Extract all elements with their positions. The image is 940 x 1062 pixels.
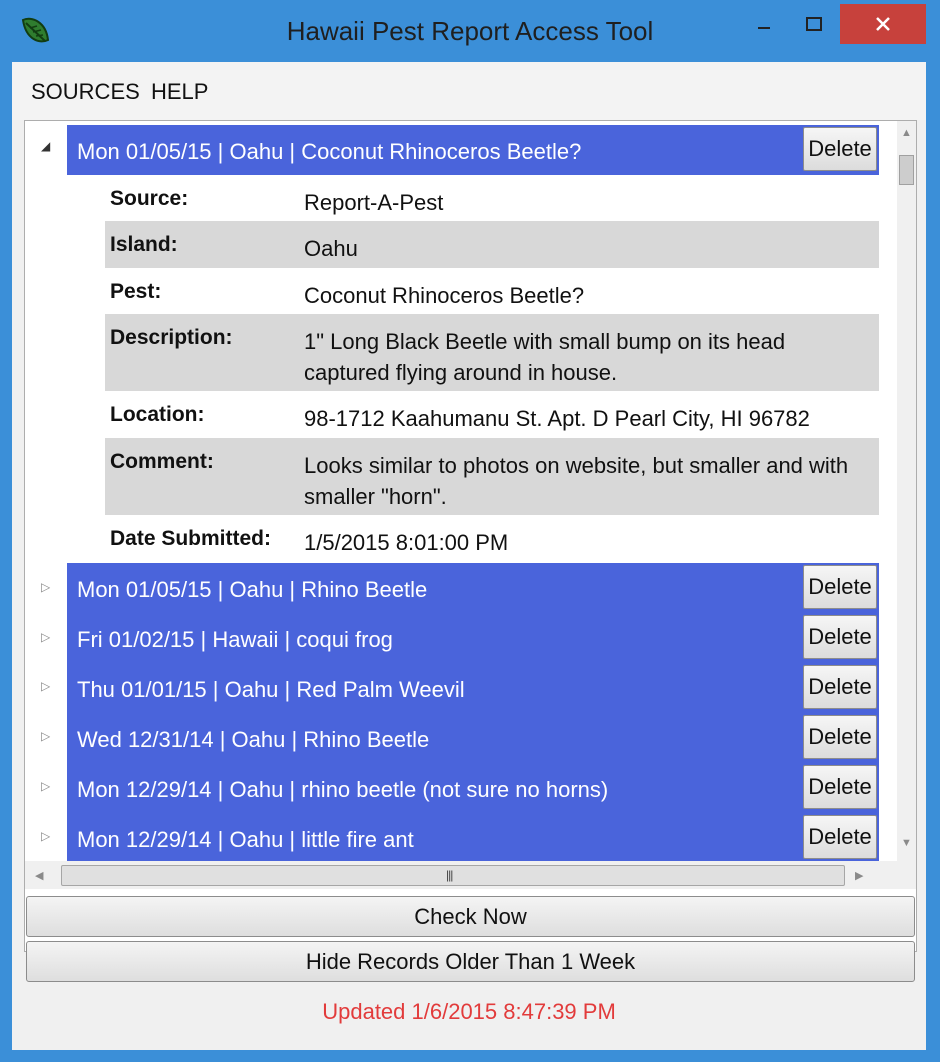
detail-row-island: Island: Oahu bbox=[105, 221, 879, 268]
app-window: Hawaii Pest Report Access Tool SOURCES H… bbox=[0, 0, 940, 1062]
delete-button[interactable]: Delete bbox=[803, 127, 877, 171]
record-header[interactable]: Mon 01/05/15 | Oahu | Coconut Rhinoceros… bbox=[67, 125, 879, 175]
delete-button[interactable]: Delete bbox=[803, 815, 877, 859]
grip-icon: ||| bbox=[446, 868, 453, 882]
record-header-text: Mon 12/29/14 | Oahu | rhino beetle (not … bbox=[77, 777, 609, 802]
detail-row-pest: Pest: Coconut Rhinoceros Beetle? bbox=[105, 268, 879, 314]
detail-value: Oahu bbox=[304, 236, 358, 261]
status-text: Updated 1/6/2015 8:47:39 PM bbox=[322, 999, 616, 1024]
detail-value: 1/5/2015 8:01:00 PM bbox=[304, 530, 509, 555]
record-details: Source: Report-A-Pest Island: Oahu Pest:… bbox=[105, 175, 879, 562]
record-header-text: Mon 01/05/15 | Oahu | Rhino Beetle bbox=[77, 577, 428, 602]
records-tree[interactable]: ◢ Mon 01/05/15 | Oahu | Coconut Rhinocer… bbox=[24, 120, 917, 952]
detail-value: Coconut Rhinoceros Beetle? bbox=[304, 283, 585, 308]
check-now-button[interactable]: Check Now bbox=[26, 896, 915, 937]
delete-button[interactable]: Delete bbox=[803, 565, 877, 609]
delete-button[interactable]: Delete bbox=[803, 665, 877, 709]
scroll-down-arrow-icon[interactable]: ▼ bbox=[901, 837, 912, 849]
vertical-scrollbar[interactable]: ▲ ▼ bbox=[897, 121, 916, 861]
scrollbar-corner bbox=[897, 861, 916, 889]
detail-row-description: Description: 1" Long Black Beetle with s… bbox=[105, 314, 879, 391]
record-header[interactable]: Mon 01/05/15 | Oahu | Rhino Beetle Delet… bbox=[67, 563, 879, 613]
expand-arrow-icon[interactable]: ▷ bbox=[41, 679, 50, 693]
detail-label: Location: bbox=[110, 403, 205, 426]
expand-arrow-icon[interactable]: ▷ bbox=[41, 729, 50, 743]
expand-arrow-icon[interactable]: ▷ bbox=[41, 630, 50, 644]
collapse-arrow-icon[interactable]: ◢ bbox=[41, 139, 50, 153]
menu-sources[interactable]: SOURCES bbox=[31, 79, 140, 105]
record-header[interactable]: Wed 12/31/14 | Oahu | Rhino Beetle Delet… bbox=[67, 713, 879, 763]
delete-button[interactable]: Delete bbox=[803, 765, 877, 809]
detail-label: Description: bbox=[110, 326, 233, 349]
scroll-right-arrow-icon[interactable]: ▶ bbox=[855, 869, 863, 882]
menu-bar: SOURCES HELP bbox=[12, 62, 926, 120]
detail-value: Looks similar to photos on website, but … bbox=[304, 453, 849, 509]
scroll-up-arrow-icon[interactable]: ▲ bbox=[901, 127, 912, 139]
hide-old-records-button[interactable]: Hide Records Older Than 1 Week bbox=[26, 941, 915, 982]
scroll-left-arrow-icon[interactable]: ◀ bbox=[35, 869, 43, 882]
detail-row-source: Source: Report-A-Pest bbox=[105, 175, 879, 221]
close-icon bbox=[876, 17, 890, 31]
detail-value: 1" Long Black Beetle with small bump on … bbox=[304, 329, 786, 385]
detail-row-date-submitted: Date Submitted: 1/5/2015 8:01:00 PM bbox=[105, 515, 879, 562]
detail-label: Island: bbox=[110, 233, 178, 256]
maximize-button[interactable] bbox=[790, 4, 838, 44]
horizontal-scrollbar[interactable]: ◀ ||| ▶ bbox=[25, 861, 898, 889]
expand-arrow-icon[interactable]: ▷ bbox=[41, 580, 50, 594]
record-header-text: Mon 01/05/15 | Oahu | Coconut Rhinoceros… bbox=[77, 139, 582, 164]
delete-button[interactable]: Delete bbox=[803, 715, 877, 759]
vertical-scroll-thumb[interactable] bbox=[899, 155, 914, 185]
detail-row-location: Location: 98-1712 Kaahumanu St. Apt. D P… bbox=[105, 391, 879, 438]
record-header-text: Thu 01/01/15 | Oahu | Red Palm Weevil bbox=[77, 677, 465, 702]
detail-value: Report-A-Pest bbox=[304, 190, 444, 215]
expand-arrow-icon[interactable]: ▷ bbox=[41, 829, 50, 843]
record-header[interactable]: Mon 12/29/14 | Oahu | rhino beetle (not … bbox=[67, 763, 879, 813]
record-header[interactable]: Mon 12/29/14 | Oahu | little fire ant De… bbox=[67, 813, 879, 863]
minimize-icon bbox=[758, 27, 770, 29]
detail-row-comment: Comment: Looks similar to photos on webs… bbox=[105, 438, 879, 515]
client-area: SOURCES HELP ◢ Mon 01/05/15 | Oahu | Coc… bbox=[12, 62, 926, 1050]
maximize-icon bbox=[806, 17, 822, 31]
detail-label: Source: bbox=[110, 187, 189, 210]
minimize-button[interactable] bbox=[742, 4, 786, 44]
detail-label: Pest: bbox=[110, 280, 162, 303]
record-header-text: Fri 01/02/15 | Hawaii | coqui frog bbox=[77, 627, 393, 652]
record-header[interactable]: Thu 01/01/15 | Oahu | Red Palm Weevil De… bbox=[67, 663, 879, 713]
record-header-text: Wed 12/31/14 | Oahu | Rhino Beetle bbox=[77, 727, 430, 752]
record-header[interactable]: Fri 01/02/15 | Hawaii | coqui frog Delet… bbox=[67, 613, 879, 663]
menu-help[interactable]: HELP bbox=[151, 79, 208, 105]
horizontal-scroll-thumb[interactable]: ||| bbox=[61, 865, 845, 886]
delete-button[interactable]: Delete bbox=[803, 615, 877, 659]
record-header-text: Mon 12/29/14 | Oahu | little fire ant bbox=[77, 827, 414, 852]
title-bar[interactable]: Hawaii Pest Report Access Tool bbox=[0, 0, 940, 62]
detail-value: 98-1712 Kaahumanu St. Apt. D Pearl City,… bbox=[304, 406, 810, 431]
detail-label: Date Submitted: bbox=[110, 527, 272, 550]
expand-arrow-icon[interactable]: ▷ bbox=[41, 779, 50, 793]
close-button[interactable] bbox=[840, 4, 926, 44]
detail-label: Comment: bbox=[110, 450, 214, 473]
